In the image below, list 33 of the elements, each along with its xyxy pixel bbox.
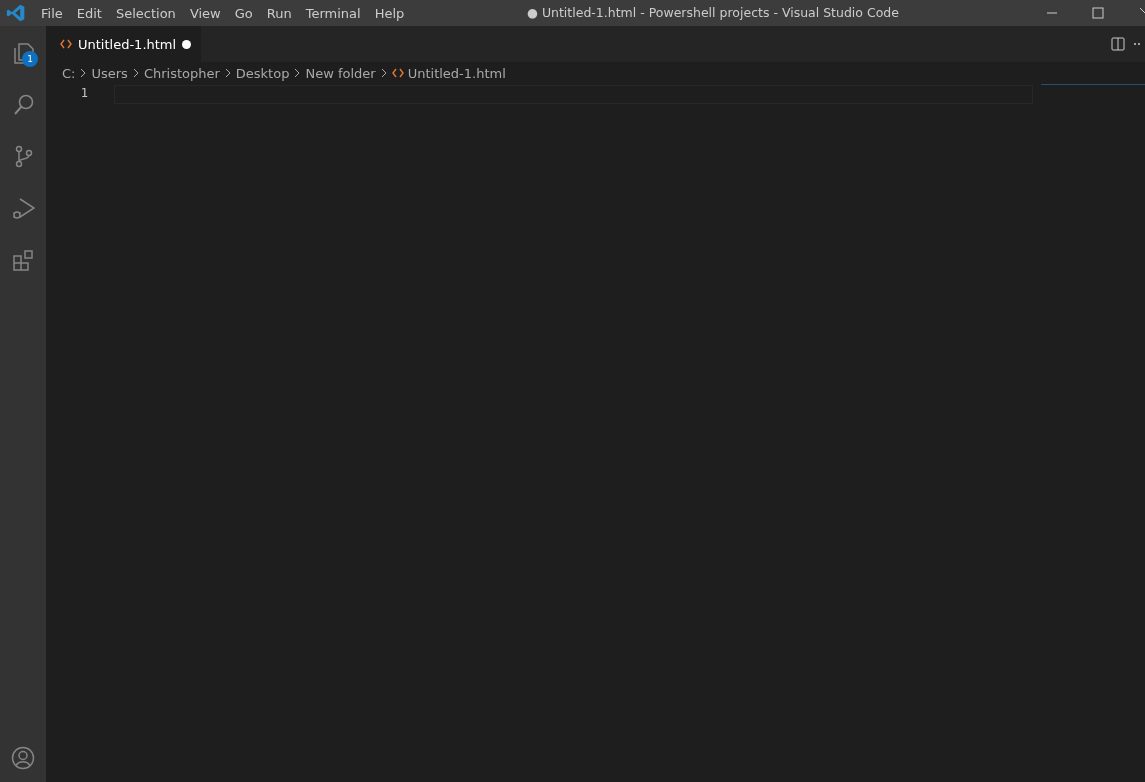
notification-badge: 1: [22, 51, 38, 67]
breadcrumb-item[interactable]: Desktop: [235, 65, 290, 81]
chevron-right-icon: [293, 68, 302, 78]
breadcrumb-item[interactable]: Christopher: [143, 65, 220, 81]
account-icon[interactable]: [11, 746, 35, 770]
breadcrumb-item[interactable]: New folder: [305, 65, 376, 81]
menu-item[interactable]: Selection: [108, 0, 183, 26]
menu-item[interactable]: Run: [259, 0, 299, 26]
line-number: 1: [79, 86, 88, 100]
chevron-right-icon: [223, 68, 232, 78]
app-logo-icon: [6, 3, 26, 23]
breadcrumb-item[interactable]: Untitled-1.html: [407, 65, 506, 81]
run-debug-icon[interactable]: [11, 196, 35, 220]
breadcrumb-item[interactable]: Users: [91, 65, 128, 81]
chevron-right-icon: [79, 68, 88, 78]
code-file-icon: [60, 39, 72, 49]
menu-item[interactable]: Go: [227, 0, 260, 26]
code-file-icon: [391, 68, 404, 78]
search-icon[interactable]: [11, 92, 35, 116]
more-actions-icon[interactable]: [1133, 42, 1141, 46]
menu-item[interactable]: Terminal: [298, 0, 368, 26]
editor-tab[interactable]: Untitled-1.html: [46, 26, 202, 62]
menu-item[interactable]: Edit: [69, 0, 109, 26]
breadcrumb-item[interactable]: C:: [62, 65, 76, 81]
files-icon[interactable]: [11, 40, 35, 64]
window-title: ● Untitled-1.html - Powershell projects - Visual Studio Code: [527, 5, 899, 20]
menu-item[interactable]: File: [34, 0, 70, 26]
chevron-right-icon: [379, 68, 388, 78]
extensions-icon[interactable]: [11, 248, 35, 272]
split-editor-icon[interactable]: [1111, 37, 1125, 51]
menu-item[interactable]: View: [182, 0, 228, 26]
chevron-right-icon: [131, 68, 140, 78]
menu-item[interactable]: Help: [367, 0, 412, 26]
